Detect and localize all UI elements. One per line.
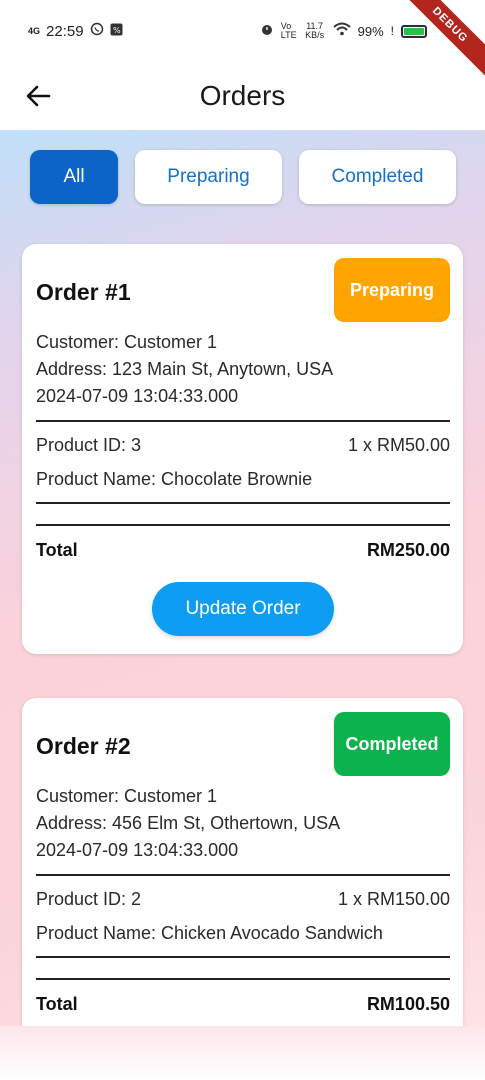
volte-icon: Vo LTE [280, 21, 297, 40]
svg-text:%: % [113, 26, 121, 35]
divider [36, 420, 450, 422]
product-id: Product ID: 2 [36, 889, 142, 909]
alarm-icon [260, 22, 274, 40]
qty-price: 1 x RM150.00 [337, 889, 450, 909]
product-row: Product ID: 3 1 x RM50.00 [36, 435, 450, 456]
filter-completed-button[interactable]: Completed [299, 150, 456, 204]
product-row: Product ID: 2 1 x RM150.00 [36, 889, 450, 910]
status-bar: 4G 22:59 % Vo LTE 11.7 KB/s 99% ! [0, 0, 485, 62]
date-text: 2024-07-09 13:04:33.000 [36, 840, 239, 860]
total-label: Total [36, 994, 78, 1014]
total-label: Total [36, 540, 78, 560]
customer-text: Customer: Customer 1 [36, 332, 218, 352]
divider [36, 874, 450, 876]
whatsapp-icon [90, 22, 104, 40]
customer-text: Customer: Customer 1 [36, 786, 218, 806]
battery-icon [401, 24, 427, 38]
order-card: Order #1 Preparing Customer: Customer 1 … [22, 244, 463, 654]
divider [36, 524, 450, 526]
product-name: Product Name: Chicken Avocado Sandwich [36, 923, 383, 943]
filter-tabs: All Preparing Completed [30, 150, 456, 204]
orders-content[interactable]: All Preparing Completed Order #1 Prepari… [0, 130, 485, 1026]
product-name-row: Product Name: Chocolate Brownie [36, 469, 450, 490]
status-badge: Completed [334, 712, 450, 776]
wifi-icon [332, 22, 351, 40]
qty-price: 1 x RM50.00 [347, 435, 450, 455]
order-title: Order #1 [36, 279, 131, 305]
arrow-left-icon [26, 85, 51, 107]
data-speed: 11.7 KB/s [305, 21, 325, 40]
order-title: Order #2 [36, 733, 131, 759]
address-text: Address: 123 Main St, Anytown, USA [36, 359, 334, 379]
status-time: 22:59 [46, 22, 84, 40]
divider [36, 502, 450, 504]
filter-all-button[interactable]: All [30, 150, 118, 204]
address-text: Address: 456 Elm St, Othertown, USA [36, 813, 341, 833]
order-card: Order #2 Completed Customer: Customer 1 … [22, 698, 463, 1026]
battery-percent: 99% [357, 23, 384, 39]
divider [36, 956, 450, 958]
product-id: Product ID: 3 [36, 435, 142, 455]
bottom-area [0, 1026, 485, 1080]
app-notification-icon: % [110, 23, 123, 40]
product-name-row: Product Name: Chicken Avocado Sandwich [36, 923, 450, 944]
date-text: 2024-07-09 13:04:33.000 [36, 386, 239, 406]
status-badge: Preparing [334, 258, 450, 322]
total-row: Total RM100.50 [36, 994, 450, 1015]
divider [36, 978, 450, 980]
back-button[interactable] [22, 80, 54, 112]
page-title: Orders [199, 80, 286, 111]
total-row: Total RM250.00 [36, 540, 450, 561]
signal-icon: 4G [28, 26, 41, 36]
charging-icon: ! [390, 24, 394, 38]
filter-preparing-button[interactable]: Preparing [135, 150, 282, 204]
update-order-button[interactable]: Update Order [152, 582, 334, 636]
total-value: RM100.50 [366, 994, 450, 1014]
product-name: Product Name: Chocolate Brownie [36, 469, 313, 489]
app-bar: Orders [0, 62, 485, 130]
total-value: RM250.00 [366, 540, 450, 560]
